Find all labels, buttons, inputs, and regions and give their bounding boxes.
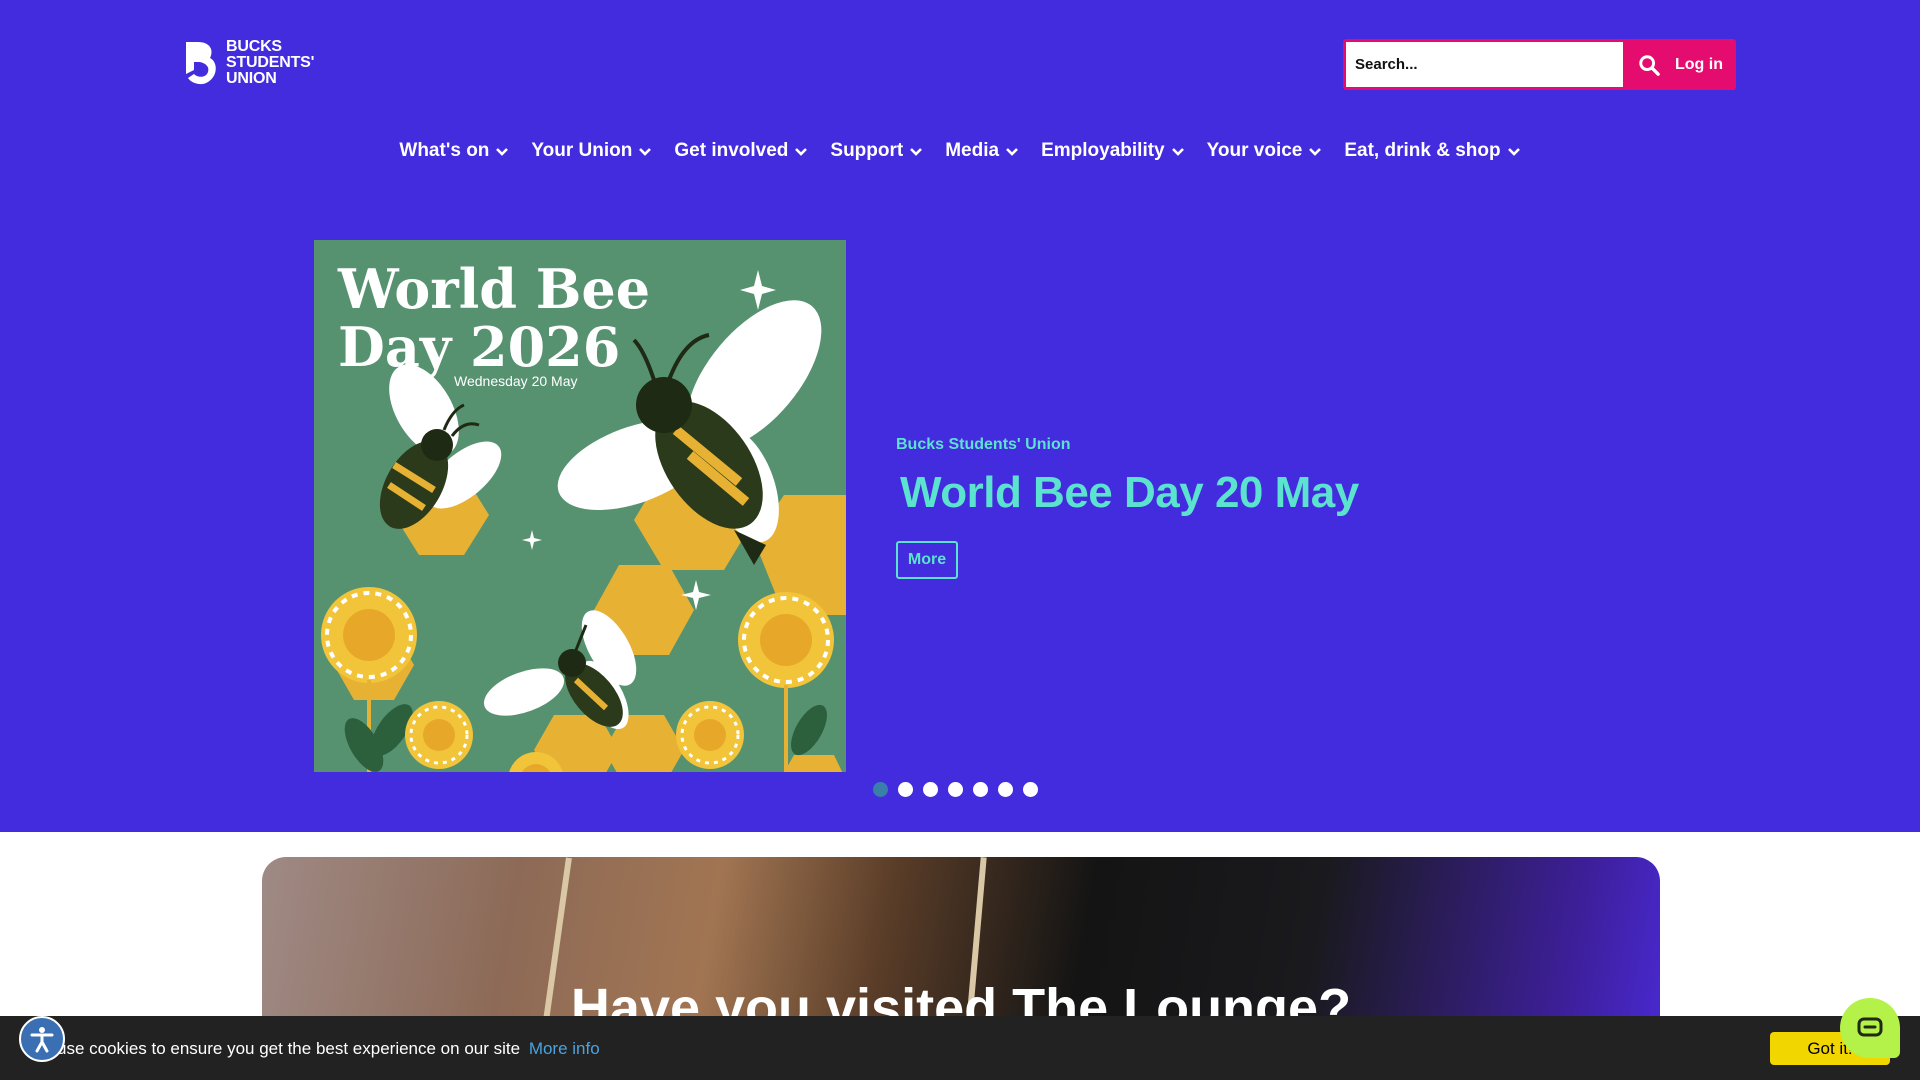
slider-dot-2[interactable] xyxy=(898,782,913,797)
nav-item-your-union[interactable]: Your Union xyxy=(531,140,652,162)
search-bar: Log in xyxy=(1343,39,1736,90)
chevron-down-icon xyxy=(1309,148,1322,156)
chevron-down-icon xyxy=(639,148,652,156)
nav-item-media[interactable]: Media xyxy=(945,140,1019,162)
slide-image-title-line2: Day 2026 xyxy=(338,315,620,379)
chevron-down-icon xyxy=(1006,148,1019,156)
slider-dot-6[interactable] xyxy=(998,782,1013,797)
sunflower-icon xyxy=(676,701,744,769)
accessibility-button[interactable] xyxy=(19,1016,65,1062)
login-button[interactable]: Log in xyxy=(1675,39,1736,90)
chat-icon xyxy=(1857,1017,1883,1037)
nav-item-whats-on[interactable]: What's on xyxy=(399,140,509,162)
logo-text: BUCKS STUDENTS' UNION xyxy=(226,38,315,87)
chevron-down-icon xyxy=(795,148,808,156)
nav-item-your-voice[interactable]: Your voice xyxy=(1207,140,1323,162)
slide-more-button[interactable]: More xyxy=(896,541,958,579)
nav-item-eat-drink-shop[interactable]: Eat, drink & shop xyxy=(1344,140,1520,162)
slider-dot-5[interactable] xyxy=(973,782,988,797)
site-logo[interactable]: BUCKS STUDENTS' UNION xyxy=(184,38,314,88)
slider-dot-4[interactable] xyxy=(948,782,963,797)
main-nav: What's on Your Union Get involved Suppor… xyxy=(0,140,1920,162)
slide-organisation: Bucks Students' Union xyxy=(896,436,1071,453)
chevron-down-icon xyxy=(496,148,509,156)
hero-section: BUCKS STUDENTS' UNION Log in What's on Y… xyxy=(0,0,1920,832)
search-input[interactable] xyxy=(1343,39,1623,90)
chat-button[interactable] xyxy=(1840,998,1900,1058)
slider-dots xyxy=(873,782,1038,797)
slide-image-date: Wednesday 20 May xyxy=(454,373,577,389)
slide-image-title-line1: World Bee xyxy=(337,257,650,321)
nav-item-get-involved[interactable]: Get involved xyxy=(674,140,808,162)
slider-dot-3[interactable] xyxy=(923,782,938,797)
chevron-down-icon xyxy=(1507,148,1520,156)
slide-image-world-bee-day[interactable]: World Bee Day 2026 Wednesday 20 May xyxy=(314,240,846,772)
slider-dot-1[interactable] xyxy=(873,782,888,797)
cookie-text: use cookies to ensure you get the best e… xyxy=(57,1039,600,1058)
logo-mark-icon xyxy=(184,38,220,88)
search-icon xyxy=(1639,54,1660,76)
cookie-more-info-link[interactable]: More info xyxy=(529,1039,600,1058)
accessibility-icon xyxy=(30,1027,54,1053)
search-button[interactable] xyxy=(1623,39,1675,90)
chevron-down-icon xyxy=(910,148,923,156)
cookie-banner: use cookies to ensure you get the best e… xyxy=(0,1016,1920,1080)
nav-item-employability[interactable]: Employability xyxy=(1041,140,1185,162)
slider-dot-7[interactable] xyxy=(1023,782,1038,797)
chevron-down-icon xyxy=(1171,148,1184,156)
slide-title: World Bee Day 20 May xyxy=(900,468,1359,517)
nav-item-support[interactable]: Support xyxy=(830,140,923,162)
